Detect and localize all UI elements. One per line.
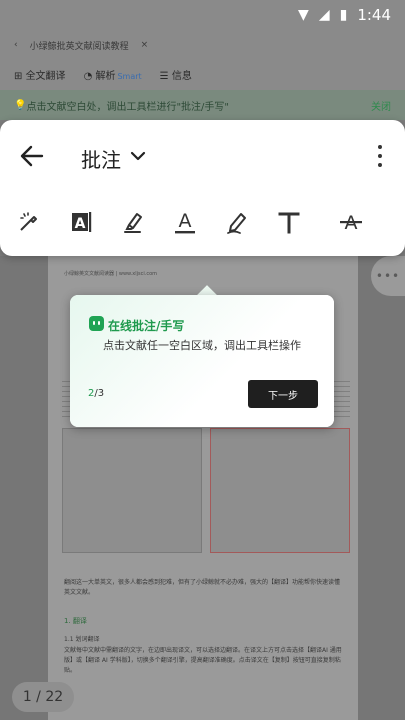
parse-icon: ◔ [83,70,96,82]
menu-info[interactable]: ☰ 信息 [160,67,192,82]
section-heading: 1. 翻译 [64,617,87,625]
magic-pen-icon[interactable] [12,202,46,242]
paragraph: 文献每中文献中需翻译的文字，在边即出现译文，可以选择边翻译。在译文上方可点击选择… [64,647,342,674]
wifi-icon: ▼ [298,7,309,23]
guide-title: 在线批注/手写 [108,319,185,333]
app-header: ‹ 小绿鲸批英文献阅读教程 × ⊞ 全文翻译 ◔ 解析 Smart ☰ 信息 [0,30,405,90]
guide-step-counter: 2/3 [88,388,105,399]
underline-icon[interactable]: A [168,202,202,242]
svg-text:A: A [179,210,192,232]
status-bar: ▼ ◢ ▮ 1:44 [0,0,405,30]
menu-parse[interactable]: ◔ 解析 Smart [84,67,142,82]
back-arrow-icon[interactable] [18,142,46,170]
tip-bar: 💡 点击文献空白处，调出工具栏进行"批注/手写" 关闭 [0,90,405,120]
pen-icon[interactable] [220,202,254,242]
more-options-icon[interactable] [370,142,390,170]
page-indicator[interactable]: 1 / 22 [12,682,74,712]
tool-row: A A A [0,202,405,242]
chevron-down-icon[interactable] [128,146,148,166]
figure-left [62,428,202,553]
text-highlight-icon[interactable]: A [64,202,98,242]
guide-description: 点击文献任一空白区域，调出工具栏操作 [103,339,301,352]
translate-icon: ⊞ [14,70,26,82]
figure-right [210,428,350,553]
signal-icon: ◢ [318,7,330,23]
paragraph: 翻阅这一大单英文，很多人都会感到犯难，但有了小绿鲸就不必办难，强大的【翻译】功能… [64,579,341,596]
info-icon: ☰ [159,70,172,82]
tip-text: 点击文献空白处，调出工具栏进行"批注/手写" [26,101,230,113]
close-tab-icon[interactable]: × [141,40,149,50]
next-step-button[interactable]: 下一步 [248,380,318,408]
app-logo-icon [89,316,104,331]
guide-popup: 在线批注/手写 点击文献任一空白区域，调出工具栏操作 2/3 下一步 [70,295,334,427]
status-time: 1:44 [357,6,391,24]
side-panel-handle[interactable]: ••• [371,256,405,296]
strikethrough-icon[interactable]: A [334,202,368,242]
text-icon[interactable] [272,202,306,242]
menu-full-translate[interactable]: ⊞ 全文翻译 [14,67,66,82]
svg-text:A: A [75,216,86,232]
tip-close-button[interactable]: 关闭 [371,98,391,113]
highlighter-icon[interactable] [116,202,150,242]
tip-icon: 💡 [14,99,27,111]
mode-label[interactable]: 批注 [81,144,121,173]
doc-title[interactable]: 小绿鲸批英文献阅读教程 [30,39,129,52]
annotation-toolbar: 批注 A A A [0,120,405,256]
battery-icon: ▮ [339,7,348,23]
subsection-heading: 1.1 划词翻译 [64,636,100,643]
page-header: 小绿鲸英文文献阅读器 | www.xljsci.com [64,271,158,277]
back-chevron-icon[interactable]: ‹ [14,40,18,50]
